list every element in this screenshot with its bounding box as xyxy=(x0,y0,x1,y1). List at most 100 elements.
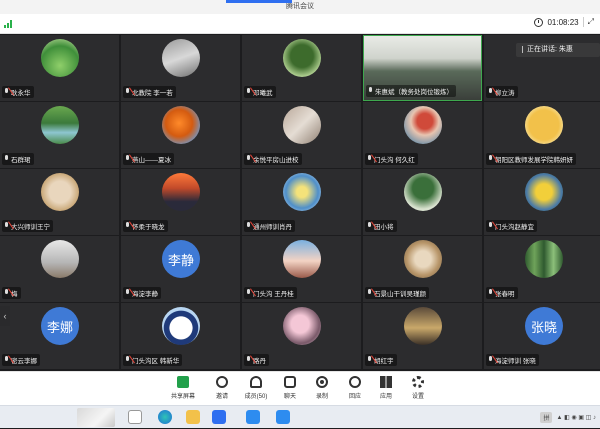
members-icon xyxy=(250,376,262,388)
mic-muted-icon xyxy=(488,88,493,96)
fullscreen-icon[interactable]: ⤢ xyxy=(588,17,594,27)
mic-muted-icon xyxy=(367,155,372,163)
input-method-indicator[interactable]: 拼 xyxy=(540,412,553,423)
participant-name: 海淀李静 xyxy=(132,291,158,298)
participant-name: 海淀师训 张晓 xyxy=(495,358,536,365)
participant-tile[interactable]: 余悦平房山进校 xyxy=(242,102,361,168)
clock-icon xyxy=(534,17,544,27)
toolbar-label: 应用 xyxy=(379,394,392,400)
meeting-toolbar: 共享屏幕 邀请 成员(50) 聊天 录制 回应 应用 设置 xyxy=(0,371,600,405)
mic-muted-icon xyxy=(246,356,251,364)
meeting-timer: 01:08:23 ⤢ xyxy=(534,17,594,27)
toolbar-button-settings[interactable]: 设置 xyxy=(403,376,433,400)
participant-tile[interactable]: 门头沟 何久红 xyxy=(363,102,482,168)
title-bar: 腾讯会议 xyxy=(0,0,600,14)
apps-icon xyxy=(380,376,392,388)
participant-tile[interactable]: 门头沟赵静宜 xyxy=(484,169,600,235)
speaking-indicator: 正在讲话: 朱惠 xyxy=(516,43,600,57)
task-view-icon[interactable] xyxy=(128,410,142,424)
toolbar-button-share-screen[interactable]: 共享屏幕 xyxy=(168,376,198,400)
edge-browser-icon[interactable] xyxy=(158,410,172,424)
participant-tile[interactable]: 路丹 xyxy=(242,303,361,369)
settings-icon xyxy=(412,376,424,388)
network-signal-icon[interactable] xyxy=(4,20,14,28)
participant-tile[interactable]: 北教院 李一若 xyxy=(121,35,240,101)
toolbar-button-apps[interactable]: 应用 xyxy=(371,376,401,400)
toolbar-label: 成员(50) xyxy=(244,394,268,400)
participant-tile[interactable]: 朝阳区教师发展学院韩妍妍 xyxy=(484,102,600,168)
participant-nameplate: 门头沟赵静宜 xyxy=(486,220,537,232)
participant-nameplate: 朝阳区教师发展学院韩妍妍 xyxy=(486,153,576,165)
participant-nameplate: 邓曦武 xyxy=(244,86,276,98)
reaction-icon xyxy=(349,376,361,388)
participant-avatar xyxy=(41,39,79,77)
speaking-label: 正在讲话: xyxy=(527,46,557,53)
participant-tile[interactable]: 张晓海淀师训 张晓 xyxy=(484,303,600,369)
participant-tile[interactable]: 通州师训肖丹 xyxy=(242,169,361,235)
participant-avatar: 张晓 xyxy=(525,307,563,345)
participant-tile[interactable]: 门头沟区 韩新华 xyxy=(121,303,240,369)
tencent-meeting-icon-2[interactable] xyxy=(276,410,290,424)
participant-name: 余悦平房山进校 xyxy=(253,157,299,164)
participant-tile[interactable]: 怀柔于晓龙 xyxy=(121,169,240,235)
toolbar-label: 设置 xyxy=(411,394,424,400)
participant-name: 柳立涛 xyxy=(495,90,515,97)
toolbar-label: 回应 xyxy=(348,394,361,400)
participant-name: 朝阳区教师发展学院韩妍妍 xyxy=(495,157,573,164)
mic-muted-icon xyxy=(4,88,9,96)
meeting-info-bar: 01:08:23 ⤢ xyxy=(0,14,600,34)
participant-tile[interactable]: 胡红宇 xyxy=(363,303,482,369)
participant-tile[interactable]: 大兴师训王宁 xyxy=(0,169,119,235)
invite-icon xyxy=(216,376,228,388)
participant-name: 朱惠斌（教务处岗位锻炼） xyxy=(375,89,453,96)
participant-name: 燕山——夏冰 xyxy=(132,157,171,164)
mic-muted-icon xyxy=(4,289,9,297)
mic-muted-icon xyxy=(125,88,130,96)
window-thumbnail[interactable] xyxy=(77,408,115,427)
speaker-bar-icon xyxy=(522,45,523,53)
mic-muted-icon xyxy=(367,356,372,364)
participant-tile[interactable]: 门头沟 王丹桂 xyxy=(242,236,361,302)
page-left-button[interactable]: ‹ xyxy=(0,306,10,326)
participant-name: 密云李娜 xyxy=(11,358,37,365)
participant-nameplate: 朱惠斌（教务处岗位锻炼） xyxy=(366,85,456,97)
participant-tile[interactable]: 石群珺 xyxy=(0,102,119,168)
title-tab-indicator xyxy=(226,0,292,3)
participant-tile[interactable]: 李娜 密云李娜 xyxy=(0,303,119,369)
participant-avatar: 李静 xyxy=(162,240,200,278)
participant-name: 北教院 李一若 xyxy=(132,90,173,97)
participant-tile[interactable]: 朱惠斌（教务处岗位锻炼） xyxy=(363,35,482,101)
participant-tile[interactable]: 石景山干训吴瑾颜 xyxy=(363,236,482,302)
participant-nameplate: 石景山干训吴瑾颜 xyxy=(365,287,429,299)
participant-nameplate: 耿永华 xyxy=(2,86,34,98)
participant-tile[interactable]: 李静海淀李静 xyxy=(121,236,240,302)
toolbar-button-invite[interactable]: 邀请 xyxy=(207,376,237,400)
participant-name: 门头沟赵静宜 xyxy=(495,224,534,231)
mic-muted-icon xyxy=(125,222,130,230)
os-taskbar: 拼 ▲ ◧ ◉ ▣ ◫ ♪ xyxy=(0,405,600,428)
participant-avatar xyxy=(525,106,563,144)
participant-nameplate: 门头沟 何久红 xyxy=(365,153,418,165)
participant-avatar xyxy=(283,39,321,77)
participant-avatar xyxy=(283,240,321,278)
participant-tile[interactable]: 邓曦武 xyxy=(242,35,361,101)
participant-tile[interactable]: 田小将 xyxy=(363,169,482,235)
toolbar-label: 聊天 xyxy=(283,394,296,400)
toolbar-button-members[interactable]: 成员(50) xyxy=(241,376,271,400)
participant-tile[interactable]: 耿永华 xyxy=(0,35,119,101)
participant-tile[interactable]: 燕山——夏冰 xyxy=(121,102,240,168)
toolbar-label: 共享屏幕 xyxy=(170,394,195,400)
tray-icons[interactable]: ▲ ◧ ◉ ▣ ◫ ♪ xyxy=(556,414,596,421)
participant-nameplate: 石群珺 xyxy=(2,153,34,165)
toolbar-button-reaction[interactable]: 回应 xyxy=(340,376,370,400)
toolbar-label: 录制 xyxy=(315,394,328,400)
store-icon[interactable] xyxy=(212,410,226,424)
toolbar-button-chat[interactable]: 聊天 xyxy=(275,376,305,400)
tencent-meeting-icon[interactable] xyxy=(246,410,260,424)
participant-tile[interactable]: 梅 xyxy=(0,236,119,302)
mic-icon xyxy=(368,87,373,95)
participant-tile[interactable]: 张春明 xyxy=(484,236,600,302)
file-explorer-icon[interactable] xyxy=(186,410,200,424)
participant-nameplate: 田小将 xyxy=(365,220,397,232)
toolbar-button-record[interactable]: 录制 xyxy=(307,376,337,400)
